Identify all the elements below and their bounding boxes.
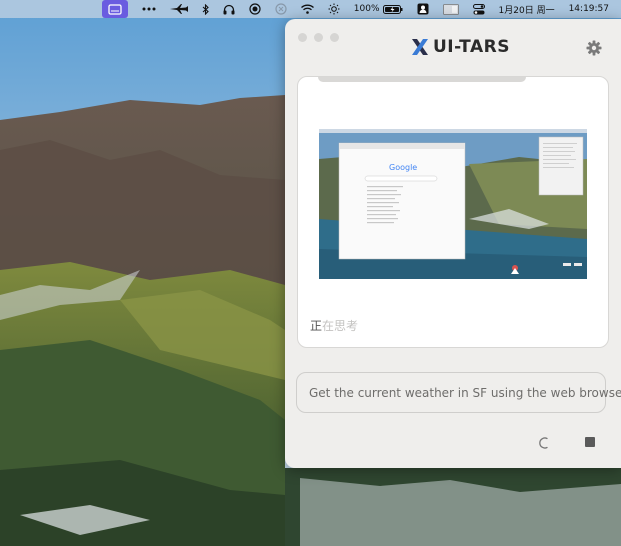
thinking-status-rest: 在思考 [322,319,359,333]
loading-spinner-icon [539,434,549,453]
battery-status[interactable]: 100% [354,0,403,18]
wifi-icon[interactable] [300,0,314,18]
thinking-status: 正在思考 [310,317,358,334]
date-text[interactable]: 1月20日 周一 [499,0,555,18]
zoom-dot[interactable] [330,33,339,42]
app-window-icon[interactable] [101,0,128,18]
plane-icon[interactable] [169,0,188,18]
more-dots-icon[interactable] [142,0,156,18]
scroll-indicator [318,77,526,82]
battery-percent: 100% [353,4,380,14]
close-dot[interactable] [298,33,307,42]
app-logo: UI-TARS [411,37,510,57]
brightness-icon[interactable] [328,0,340,18]
battery-icon [382,4,403,14]
instruction-text: Get the current weather in SF using the … [309,385,621,400]
thinking-status-first: 正 [310,319,323,333]
app-title: UI-TARS [433,37,510,57]
google-logo: Google [389,163,417,172]
settings-gear-icon[interactable] [586,40,602,56]
stop-button[interactable] [585,437,595,447]
screen-icon[interactable] [442,0,459,18]
user-icon[interactable] [417,0,429,18]
gray-circle-icon[interactable] [275,0,287,18]
minimize-dot[interactable] [314,33,323,42]
control-center-icon[interactable] [472,0,485,18]
ui-tars-panel: UI-TARS Google 正在思考 Get the current weat… [285,19,621,468]
headphones-icon[interactable] [223,0,235,18]
record-icon[interactable] [249,0,261,18]
message-card: Google 正在思考 [297,76,609,348]
time-text[interactable]: 14:19:57 [569,0,609,18]
window-controls [298,33,339,42]
screenshot-thumbnail[interactable]: Google [319,129,587,279]
instruction-input[interactable]: Get the current weather in SF using the … [296,372,621,413]
bluetooth-icon[interactable] [202,0,209,18]
menu-bar: 100% 1月20日 周一 14:19:57 [0,0,621,18]
logo-x-icon [412,39,428,55]
